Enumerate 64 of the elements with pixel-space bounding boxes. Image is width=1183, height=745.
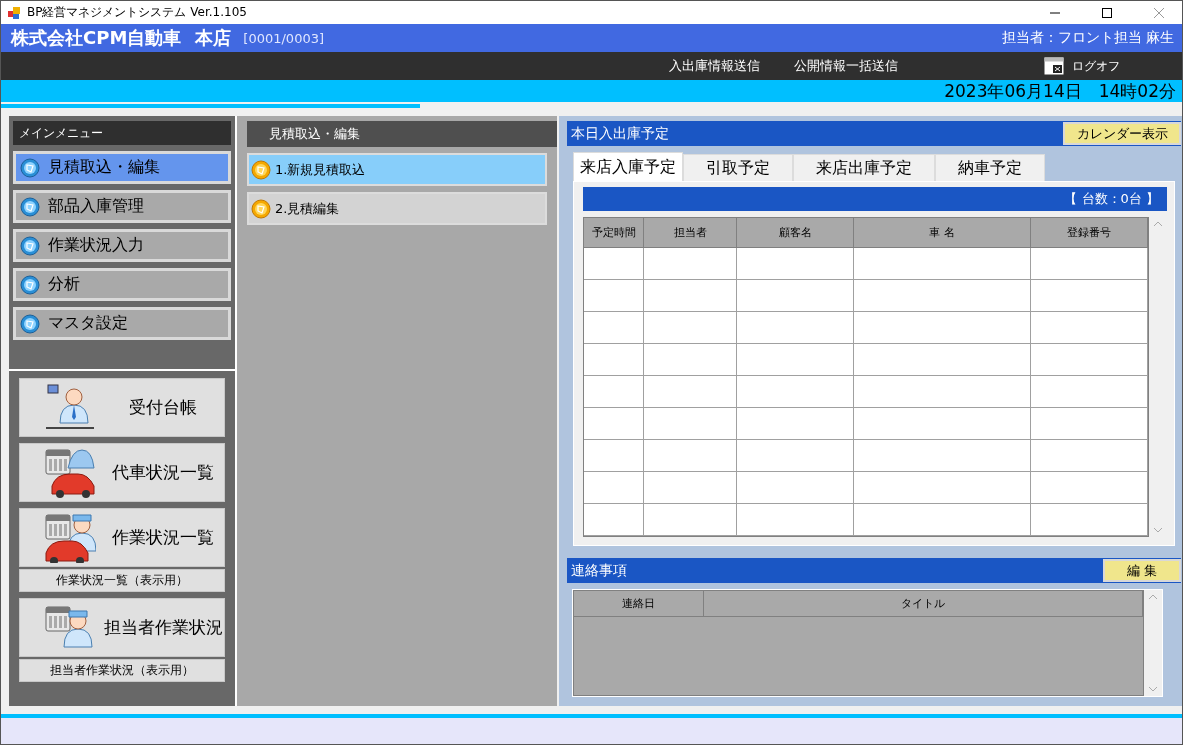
column-header: 担当者 [644,218,737,248]
edit-button[interactable]: 編 集 [1103,559,1181,582]
vehicle-count: 【 台数：0台 】 [1064,190,1159,208]
tab[interactable]: 来店出庫予定 [793,154,935,181]
tab[interactable]: 来店入庫予定 [573,152,683,181]
menu-label: 見積取込・編集 [48,157,160,178]
menu-label: 部品入庫管理 [48,196,144,217]
toolbar-link[interactable]: 公開情報一括送信 [794,57,898,75]
menu-label: 作業状況入力 [48,235,144,256]
display-button[interactable]: 作業状況一覧（表示用） [19,569,225,592]
column-header: 車 名 [854,218,1031,248]
scroll-down-icon[interactable] [1154,528,1162,533]
column-header: 連絡日 [574,591,704,617]
ball-icon [251,159,271,180]
toolbar-link[interactable]: 入出庫情報送信 [669,57,760,75]
column-header: 予定時間 [584,218,644,248]
menu-item[interactable]: 部品入庫管理 [13,190,231,223]
menu-label: 分析 [48,274,80,295]
close-icon [1153,6,1165,19]
display-button[interactable]: 担当者作業状況（表示用） [19,659,225,682]
shortcut-button[interactable]: 代車状況一覧 [19,443,225,502]
submenu-label: 2.見積編集 [275,199,340,218]
column-header: タイトル [704,591,1143,617]
menu-item[interactable]: 分析 [13,268,231,301]
shortcut-button[interactable]: 作業状況一覧 [19,508,225,567]
notices-title: 連絡事項 [571,561,627,580]
calendar-mechanic-car-icon [44,512,96,563]
globe-icon [20,235,40,256]
branch-code: [0001/0003] [243,30,326,46]
column-header: 登録番号 [1031,218,1148,248]
scroll-up-icon[interactable] [1149,594,1157,599]
tab[interactable]: 引取予定 [683,154,793,181]
submenu-item[interactable]: 2.見積編集 [247,192,547,225]
company-name: 株式会社CPM自動車 [11,26,182,50]
calendar-car-icon [44,447,96,498]
submenu-title: 見積取込・編集 [247,121,557,147]
shortcut-button[interactable]: 担当者作業状況 [19,598,225,657]
globe-icon [20,157,40,178]
logout-button[interactable]: ログオフ [1044,57,1120,75]
ball-icon [251,198,271,219]
date-time: 2023年06月14日 14時02分 [944,79,1176,103]
submenu-item[interactable]: 1.新規見積取込 [247,153,547,186]
submenu-label: 1.新規見積取込 [275,160,366,179]
menu-item[interactable]: 作業状況入力 [13,229,231,262]
menu-item[interactable]: 見積取込・編集 [13,151,231,184]
globe-icon [20,313,40,334]
window-title: BP経営マネジメントシステム Ver.1.105 [27,4,248,21]
app-icon [7,5,21,20]
maximize-icon [1101,6,1113,19]
scroll-down-icon[interactable] [1149,687,1157,692]
branch-name: 本店 [195,26,232,50]
globe-icon [20,196,40,217]
calendar-button[interactable]: カレンダー表示 [1063,122,1181,145]
column-header: 顧客名 [737,218,854,248]
menu-item[interactable]: マスタ設定 [13,307,231,340]
logout-icon [1044,57,1064,75]
schedule-title: 本日入出庫予定 [571,124,669,143]
scroll-up-icon[interactable] [1154,221,1162,226]
tab[interactable]: 納車予定 [935,154,1045,181]
user-label: 担当者：フロント担当 麻生 [1001,29,1174,47]
menu-title: メインメニュー [13,121,231,145]
shortcut-button[interactable]: 受付台帳 [19,378,225,437]
globe-icon [20,274,40,295]
menu-label: マスタ設定 [48,313,128,334]
